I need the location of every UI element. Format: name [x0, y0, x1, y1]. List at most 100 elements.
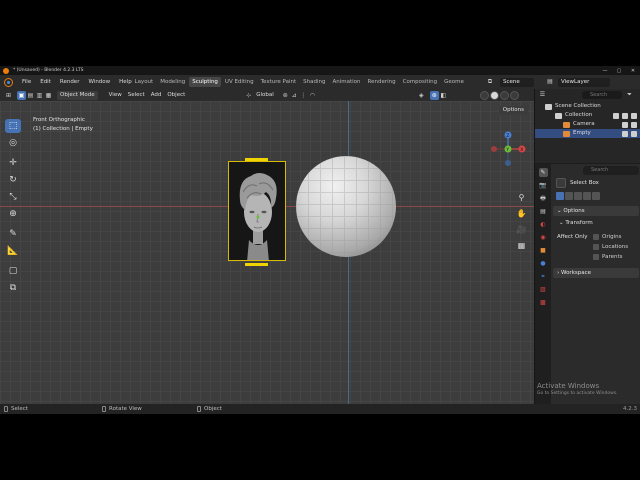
scene-selector[interactable]: ⧉ Scene — [486, 77, 540, 87]
menu-add[interactable]: Add — [148, 91, 165, 100]
tab-geometry-nodes[interactable]: Geome — [441, 77, 468, 87]
outliner-search-input[interactable]: Search — [582, 90, 622, 99]
mode-subtract-button[interactable] — [574, 192, 582, 200]
select-intersect-icon[interactable]: ▦ — [44, 91, 53, 100]
origins-checkbox[interactable]: Origins — [593, 234, 622, 240]
visibility-toggles[interactable] — [622, 130, 637, 137]
transform-orientation-dropdown[interactable]: Global — [253, 91, 277, 100]
material-shading-button[interactable] — [500, 90, 509, 100]
rotate-tool[interactable]: ↻ — [5, 173, 21, 187]
render-tab-icon[interactable]: 📷 — [539, 181, 548, 190]
overlays-icon[interactable]: ⊛ — [429, 90, 439, 100]
reference-image-bottom-handle[interactable] — [245, 263, 268, 266]
tab-uv-editing[interactable]: UV Editing — [221, 77, 257, 87]
mode-difference-button[interactable] — [583, 192, 591, 200]
pivot-point-icon[interactable]: ⊚ — [281, 91, 290, 100]
parents-checkbox[interactable]: Parents — [593, 254, 622, 260]
output-tab-icon[interactable]: 🖶 — [539, 194, 548, 203]
scene-tab-icon[interactable]: ◐ — [539, 220, 548, 229]
tab-animation[interactable]: Animation — [329, 77, 364, 87]
tab-sculpting[interactable]: Sculpting — [188, 77, 222, 87]
move-tool[interactable]: ✛ — [5, 156, 21, 170]
snap-target-icon[interactable]: ⋮ — [299, 91, 308, 100]
add-object-tool[interactable]: ⧉ — [5, 281, 21, 295]
tab-texture-paint[interactable]: Texture Paint — [257, 77, 300, 87]
mode-intersect-button[interactable] — [592, 192, 600, 200]
rendered-shading-button[interactable] — [510, 90, 519, 100]
menu-edit[interactable]: Edit — [40, 79, 51, 85]
options-panel-header[interactable]: ⌄ Options — [553, 206, 639, 216]
select-box-tool[interactable]: ⬚ — [5, 119, 21, 133]
texture-tab-icon[interactable]: ▩ — [539, 298, 548, 307]
world-tab-icon[interactable]: ◉ — [539, 233, 548, 242]
outliner-item-empty[interactable]: Empty — [535, 129, 640, 138]
select-box-mode-icon[interactable]: ▣ — [17, 90, 26, 100]
navigation-gizmo[interactable]: X Y Z — [486, 127, 530, 171]
view-layer-tab-icon[interactable]: ▤ — [539, 207, 548, 216]
tab-modeling[interactable]: Modeling — [157, 77, 189, 87]
object-tab-icon[interactable]: ■ — [539, 246, 548, 255]
locations-checkbox[interactable]: Locations — [593, 244, 628, 250]
mode-extend-button[interactable] — [565, 192, 573, 200]
constraints-tab-icon[interactable]: ⚭ — [539, 272, 548, 281]
menu-window[interactable]: Window — [88, 79, 110, 85]
transform-tool[interactable]: ⊕ — [5, 207, 21, 221]
reference-image-empty[interactable] — [228, 161, 286, 261]
menu-view[interactable]: View — [106, 91, 125, 100]
view-layer-name[interactable]: ViewLayer — [558, 77, 610, 87]
outliner-display-mode-icon[interactable]: ☰ — [538, 90, 547, 99]
annotate-tool[interactable]: ✎ — [5, 227, 21, 241]
proportional-edit-icon[interactable]: ◠ — [308, 91, 317, 100]
options-dropdown[interactable]: Options — [498, 106, 528, 115]
view-layer-selector[interactable]: ▤ ViewLayer — [546, 77, 636, 87]
tab-rendering[interactable]: Rendering — [364, 77, 399, 87]
menu-render[interactable]: Render — [60, 79, 80, 85]
checkbox-box[interactable] — [593, 254, 599, 260]
physics-tab-icon[interactable]: ● — [539, 259, 548, 268]
minimize-button[interactable]: — — [598, 66, 612, 75]
snap-icon[interactable]: ⊿ — [290, 91, 299, 100]
filter-icon[interactable]: ⏷ — [625, 90, 634, 99]
zoom-icon[interactable]: ⚲ — [515, 191, 528, 204]
visibility-toggles[interactable] — [613, 112, 637, 119]
checkbox-box[interactable] — [593, 234, 599, 240]
tool-tab-icon[interactable]: ✎ — [538, 168, 548, 177]
properties-search-input[interactable]: Search — [583, 166, 639, 175]
tab-shading[interactable]: Shading — [300, 77, 329, 87]
maximize-button[interactable]: ▢ — [612, 66, 626, 75]
transform-subpanel-header[interactable]: ⌄ Transform — [559, 220, 593, 226]
tab-layout[interactable]: Layout — [131, 77, 157, 87]
show-gizmo-icon[interactable]: ◈ — [417, 91, 426, 100]
camera-view-icon[interactable]: 🎥 — [515, 223, 528, 236]
pan-hand-icon[interactable]: ✋ — [515, 207, 528, 220]
tab-compositing[interactable]: Compositing — [399, 77, 440, 87]
3d-viewport[interactable]: Front Orthographic (1) Collection | Empt… — [0, 101, 534, 404]
measure-tool[interactable]: 📐 — [5, 244, 21, 258]
editor-type-icon[interactable]: ⊞ — [4, 91, 13, 100]
wireframe-shading-button[interactable] — [480, 90, 489, 100]
mode-dropdown[interactable]: Object Mode — [57, 90, 98, 100]
menu-file[interactable]: File — [22, 79, 31, 85]
outliner-scene-collection[interactable]: Scene Collection — [535, 102, 640, 111]
data-tab-icon[interactable]: ▨ — [539, 285, 548, 294]
outliner-item-camera[interactable]: Camera — [535, 120, 640, 129]
menu-help[interactable]: Help — [119, 79, 132, 85]
visibility-toggles[interactable] — [622, 121, 637, 128]
add-cube-tool[interactable]: ▢ — [5, 264, 21, 278]
cursor-tool[interactable]: ◎ — [5, 136, 21, 150]
select-subtract-icon[interactable]: ▥ — [35, 91, 44, 100]
checkbox-box[interactable] — [593, 244, 599, 250]
menu-object[interactable]: Object — [164, 91, 188, 100]
close-button[interactable]: ✕ — [626, 66, 640, 75]
outliner-item-collection[interactable]: Collection — [535, 111, 640, 120]
menu-select[interactable]: Select — [125, 91, 148, 100]
mode-set-button[interactable] — [556, 192, 564, 200]
solid-shading-button[interactable] — [490, 90, 499, 100]
ortho-grid-icon[interactable]: ▦ — [515, 239, 528, 252]
scale-tool[interactable]: ⤡ — [5, 190, 21, 204]
scene-name[interactable]: Scene — [500, 77, 534, 87]
workspace-panel-header[interactable]: › Workspace — [553, 268, 639, 278]
blender-logo-icon[interactable] — [4, 77, 13, 87]
xray-icon[interactable]: ◧ — [439, 91, 448, 100]
select-extend-icon[interactable]: ▤ — [26, 91, 35, 100]
